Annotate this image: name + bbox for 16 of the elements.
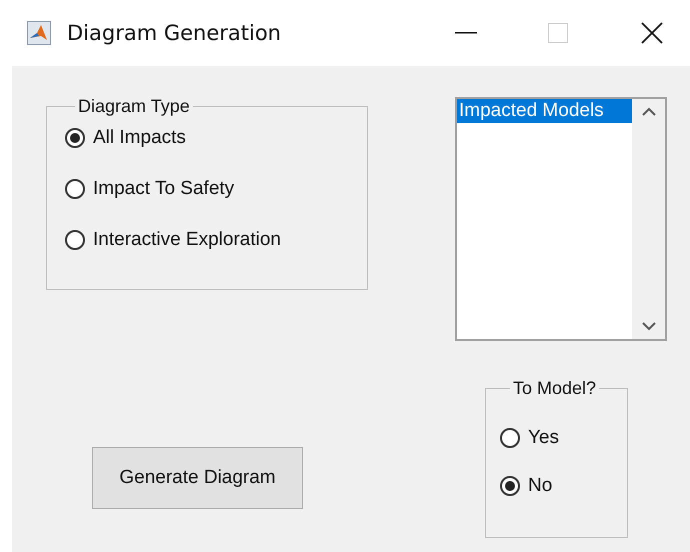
list-box[interactable]: Impacted Models <box>455 97 667 341</box>
scroll-up-icon[interactable] <box>642 107 656 116</box>
list-item[interactable]: Impacted Models <box>457 99 632 123</box>
radio-option[interactable]: All Impacts <box>65 127 186 149</box>
scroll-down-icon[interactable] <box>642 322 656 331</box>
radio-option[interactable]: Yes <box>500 427 559 449</box>
radio-option[interactable]: Interactive Exploration <box>65 229 281 251</box>
generate-diagram-button[interactable]: Generate Diagram <box>92 447 303 509</box>
minimize-icon[interactable] <box>455 32 477 34</box>
app-icon <box>27 21 51 45</box>
group-label: Diagram Type <box>77 96 191 117</box>
radio-option[interactable]: No <box>500 475 552 497</box>
window-title: Diagram Generation <box>67 21 282 45</box>
group-label: To Model? <box>512 378 598 399</box>
radio-option[interactable]: Impact To Safety <box>65 178 234 200</box>
close-icon[interactable] <box>641 22 663 44</box>
